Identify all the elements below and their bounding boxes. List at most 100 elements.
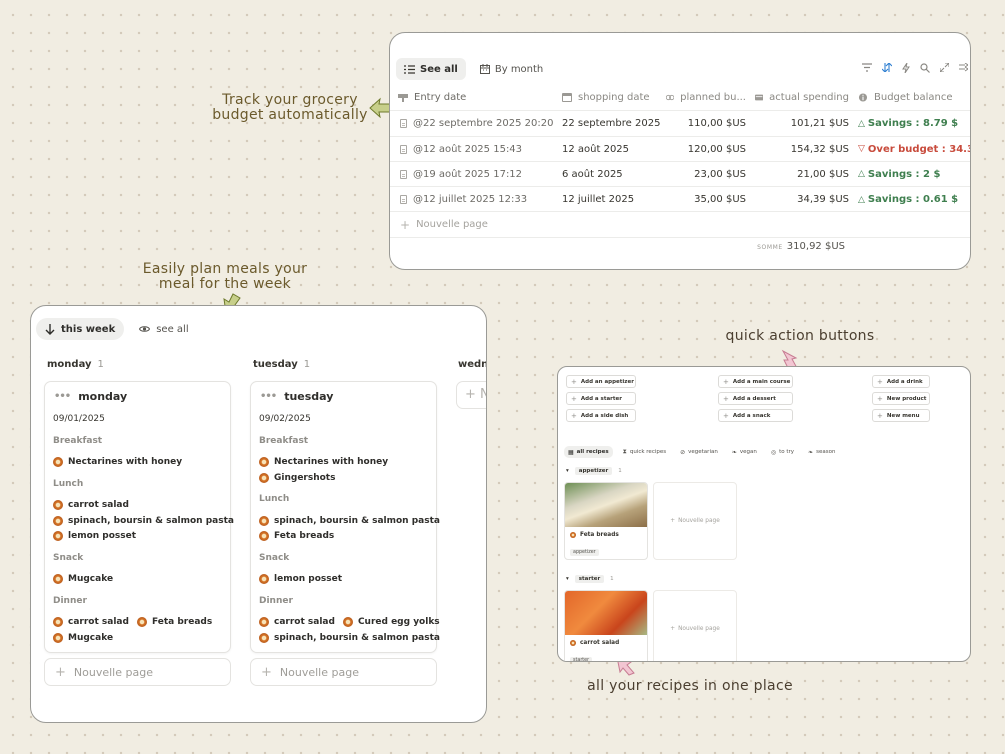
quick-action-button[interactable]: + Add a snack xyxy=(718,409,793,422)
col-actual-spending[interactable]: actual spending xyxy=(755,85,849,110)
budget-table: Entry date shopping date planned bu... a… xyxy=(390,85,970,238)
new-page-label: Nouvelle page xyxy=(678,518,720,524)
card-title: ••• monday xyxy=(54,390,127,403)
entry-date-cell[interactable]: @19 août 2025 17:12 xyxy=(398,162,556,187)
new-page-partial[interactable]: + N xyxy=(456,381,486,409)
more-dots-icon[interactable]: ••• xyxy=(260,391,277,402)
table-row[interactable]: @19 août 2025 17:12 6 août 2025 23,00 $US 2… xyxy=(390,160,970,187)
caption-meals-line2: meal for the week xyxy=(158,276,292,292)
meal-item[interactable]: spinach, boursin & salmon pasta xyxy=(274,633,440,643)
new-page-button[interactable]: + Nouvelle page xyxy=(653,482,737,560)
target-icon: ◎ xyxy=(770,448,777,456)
search-icon[interactable] xyxy=(920,63,930,73)
meal-item[interactable]: Mugcake xyxy=(68,574,113,584)
hourglass-icon: ⧗ xyxy=(622,448,627,455)
entry-date-cell[interactable]: @12 juillet 2025 12:33 xyxy=(398,187,556,212)
meal-item[interactable]: spinach, boursin & salmon pasta xyxy=(68,516,234,526)
recipe-tab-label: season xyxy=(816,449,836,455)
meal-item-row: Gingershots xyxy=(259,472,335,483)
quick-action-button[interactable]: + Add a dessert xyxy=(718,392,793,405)
recipe-group-header[interactable]: ▾ starter 1 xyxy=(566,575,614,583)
meal-item[interactable]: carrot salad xyxy=(68,500,129,510)
bagel-icon xyxy=(136,617,147,627)
col-entry-date[interactable]: Entry date xyxy=(398,85,556,110)
new-page-row[interactable]: + Nouvelle page xyxy=(390,211,970,236)
actual-spending-cell: 21,00 $US xyxy=(797,168,849,180)
toggle-triangle-icon[interactable]: ▾ xyxy=(566,468,569,474)
table-row[interactable]: @12 juillet 2025 12:33 12 juillet 2025 35,… xyxy=(390,186,970,212)
quick-action-button[interactable]: + Add a main course xyxy=(718,375,793,388)
expand-icon[interactable] xyxy=(940,63,949,72)
quick-action-button[interactable]: + Add a side dish xyxy=(566,409,636,422)
meal-item[interactable]: carrot salad xyxy=(68,617,129,627)
lightning-icon[interactable] xyxy=(902,63,910,73)
meal-item[interactable]: Mugcake xyxy=(68,633,113,643)
card-title: ••• tuesday xyxy=(260,390,333,403)
planned-budget-cell: 23,00 $US xyxy=(694,168,746,180)
caption-grocery-line1: Track your grocery xyxy=(222,92,358,108)
meal-item[interactable]: lemon posset xyxy=(68,531,136,541)
meals-panel: this week see all monday 1 ••• monday 09/01/… xyxy=(30,305,487,723)
new-page-button[interactable]: + Nouvelle page xyxy=(44,658,231,686)
new-page-button[interactable]: + Nouvelle page xyxy=(250,658,437,686)
sort-icon[interactable] xyxy=(882,63,892,72)
meal-item[interactable]: Feta breads xyxy=(274,531,334,541)
meal-item[interactable]: lemon posset xyxy=(274,574,342,584)
page-icon xyxy=(400,144,407,154)
section-dinner: Dinner xyxy=(53,595,87,606)
table-row[interactable]: @22 septembre 2025 20:20 22 septembre 202… xyxy=(390,110,970,136)
recipe-tab[interactable]: ⧗ quick recipes xyxy=(619,446,671,458)
recipe-tab[interactable]: ▦ all recipes xyxy=(564,446,613,458)
recipe-tab[interactable]: ❧ season xyxy=(804,446,839,458)
meal-item[interactable]: Cured egg yolks xyxy=(358,617,440,627)
quick-action-button[interactable]: + Add a starter xyxy=(566,392,636,405)
recipe-tab[interactable]: ⊘ vegetarian xyxy=(676,446,722,458)
tab-see-all[interactable]: See all xyxy=(396,58,466,80)
relation-icon xyxy=(666,94,675,101)
tab-this-week[interactable]: this week xyxy=(36,318,125,340)
entry-date-cell[interactable]: @22 septembre 2025 20:20 xyxy=(398,111,556,136)
col-budget-balance[interactable]: Budget balance xyxy=(858,85,970,110)
entry-date-value: @22 septembre 2025 20:20 xyxy=(413,118,554,130)
recipe-tab[interactable]: ◎ to try xyxy=(767,446,798,458)
recipe-tab-label: all recipes xyxy=(576,449,609,455)
bagel-icon xyxy=(259,472,269,483)
entry-date-value: @12 août 2025 15:43 xyxy=(413,143,523,155)
new-page-partial-label: N xyxy=(480,387,486,402)
more-dots-icon[interactable]: ••• xyxy=(54,391,71,402)
col-actual-spending-label: actual spending xyxy=(769,92,849,103)
filter-icon[interactable] xyxy=(862,63,872,72)
recipe-card[interactable]: carrot salad starter xyxy=(564,590,648,661)
budget-balance-value: Savings : 2 $ xyxy=(867,168,941,180)
table-row[interactable]: @12 août 2025 15:43 12 août 2025 120,00 $U… xyxy=(390,135,970,162)
entry-date-cell[interactable]: @12 août 2025 15:43 xyxy=(398,137,556,162)
tab-by-month[interactable]: By month xyxy=(472,58,551,80)
group-name: starter xyxy=(574,575,605,583)
col-entry-date-label: Entry date xyxy=(414,92,467,103)
recipe-group-header[interactable]: ▾ appetizer 1 xyxy=(566,467,622,475)
bagel-icon xyxy=(53,531,63,541)
meal-item[interactable]: Nectarines with honey xyxy=(274,457,388,467)
quick-action-button[interactable]: + Add an appetizer xyxy=(566,375,636,388)
quick-action-button[interactable]: + Add a drink xyxy=(872,375,930,388)
tab-see-all-meals[interactable]: see all xyxy=(130,318,197,340)
quick-action-button[interactable]: + New product xyxy=(872,392,930,405)
meal-item[interactable]: Feta breads xyxy=(152,617,212,627)
meal-item[interactable]: spinach, boursin & salmon pasta xyxy=(274,516,440,526)
more-icon[interactable] xyxy=(959,63,968,72)
col-planned-budget[interactable]: planned bu... xyxy=(666,85,746,110)
new-page-button[interactable]: + Nouvelle page xyxy=(653,590,737,661)
shopping-date-cell: 12 juillet 2025 xyxy=(562,194,635,206)
meal-item[interactable]: Gingershots xyxy=(274,473,335,483)
recipe-tab[interactable]: ❧ vegan xyxy=(728,446,761,458)
quick-action-button[interactable]: + New menu xyxy=(872,409,930,422)
eye-icon xyxy=(139,326,151,332)
meal-item[interactable]: Nectarines with honey xyxy=(68,457,182,467)
calendar-icon xyxy=(479,64,490,74)
recipe-card[interactable]: Feta breads appetizer xyxy=(564,482,648,560)
day-card-monday[interactable]: ••• monday 09/01/2025 Breakfast Nectarines w… xyxy=(44,381,234,653)
col-shopping-date[interactable]: shopping date xyxy=(562,85,660,110)
meal-item[interactable]: carrot salad xyxy=(274,617,335,627)
toggle-triangle-icon[interactable]: ▾ xyxy=(566,576,569,582)
day-card-tuesday[interactable]: ••• tuesday 09/02/2025 Breakfast Nectarines … xyxy=(250,381,440,653)
